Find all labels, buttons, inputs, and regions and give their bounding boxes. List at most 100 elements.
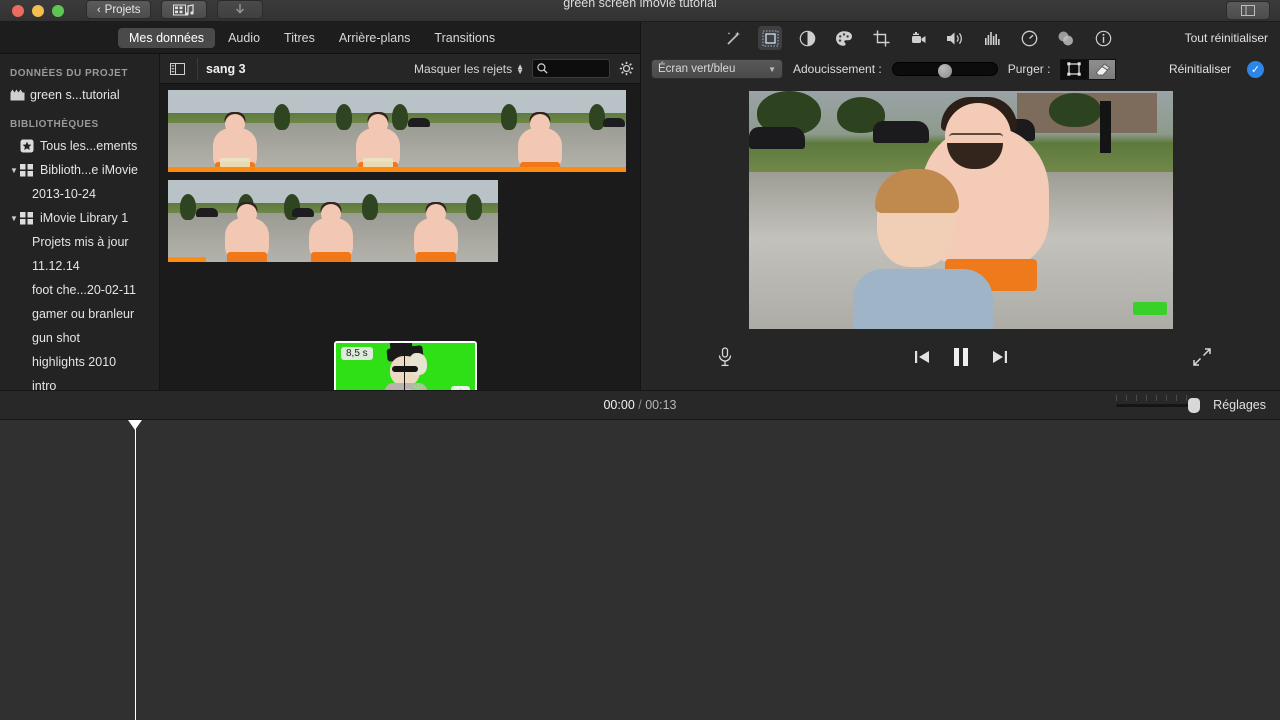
video-viewer[interactable] bbox=[748, 91, 1173, 329]
tab-audio[interactable]: Audio bbox=[217, 28, 271, 48]
magic-wand-icon[interactable] bbox=[721, 26, 745, 50]
effect-type-value: Écran vert/bleu bbox=[658, 63, 736, 75]
sidebar-item-foot-che[interactable]: foot che...20-02-11 bbox=[0, 278, 159, 302]
reset-all-button[interactable]: Tout réinitialiser bbox=[1185, 31, 1268, 45]
speed-icon[interactable] bbox=[1017, 26, 1041, 50]
pole-shape bbox=[1099, 101, 1111, 153]
tree-shape bbox=[1048, 93, 1101, 127]
softness-slider-knob[interactable] bbox=[938, 64, 953, 78]
crop-icon[interactable] bbox=[869, 26, 893, 50]
sidebar-label-foot-che: foot che...20-02-11 bbox=[32, 283, 137, 297]
white-balance-icon[interactable] bbox=[758, 26, 782, 50]
chevron-down-icon: ▼ bbox=[768, 64, 776, 74]
effect-enabled-checkmark-icon[interactable]: ✓ bbox=[1247, 60, 1264, 78]
sidebar-item-highlights-2010[interactable]: highlights 2010 bbox=[0, 350, 159, 374]
filmstrip-frame bbox=[168, 90, 320, 172]
expand-arrows-icon bbox=[1193, 348, 1211, 366]
layout-toggle-button[interactable] bbox=[1226, 1, 1270, 20]
pause-icon bbox=[953, 348, 968, 366]
sidebar-item-imovie-library-1[interactable]: ▼ iMovie Library 1 bbox=[0, 206, 159, 230]
filter-icon[interactable] bbox=[1054, 26, 1078, 50]
zoom-slider-ticks bbox=[1116, 394, 1194, 401]
timeline-zoom-slider[interactable] bbox=[1116, 394, 1200, 413]
tab-arriere-plans[interactable]: Arrière-plans bbox=[328, 28, 422, 48]
volume-icon[interactable] bbox=[943, 26, 967, 50]
sidebar-item-projets-mis-a-jour[interactable]: Projets mis à jour bbox=[0, 230, 159, 254]
filmstrip-frame bbox=[278, 180, 388, 262]
effect-type-select[interactable]: Écran vert/bleu ▼ bbox=[651, 59, 783, 79]
sidebar-panel-icon bbox=[170, 62, 185, 75]
purge-mode-group bbox=[1060, 58, 1117, 80]
eraser-icon[interactable] bbox=[1088, 58, 1117, 80]
filmstrip-clip-2[interactable] bbox=[168, 180, 498, 262]
browser-toolbar: sang 3 Masquer les rejets ▲ ▼ bbox=[160, 54, 640, 84]
imovie-window: ‹ Projets green screen imovie tutorial M… bbox=[0, 0, 1280, 720]
tab-mes-donnees[interactable]: Mes données bbox=[118, 27, 216, 48]
color-correction-icon[interactable] bbox=[832, 26, 856, 50]
stabilization-icon[interactable] bbox=[906, 26, 930, 50]
crop-rect-icon[interactable] bbox=[1060, 58, 1089, 80]
sidebar-item-2013-10-24[interactable]: 2013-10-24 bbox=[0, 182, 159, 206]
zoom-slider-track[interactable] bbox=[1116, 394, 1200, 413]
filmstrip-frames bbox=[168, 180, 498, 262]
inspector-and-viewer: Tout réinitialiser Écran vert/bleu ▼ Ado… bbox=[640, 22, 1280, 390]
sidebar-item-intro[interactable]: intro bbox=[0, 374, 159, 390]
panel-layout-icon bbox=[1241, 5, 1255, 16]
playback-buttons bbox=[641, 347, 1280, 367]
titlebar-right-buttons bbox=[1226, 1, 1270, 20]
green-screen-controls: Écran vert/bleu ▼ Adoucissement : Purger… bbox=[641, 54, 1280, 84]
browser-settings-button[interactable] bbox=[619, 61, 634, 76]
clip-duration-badge: 8,5 s bbox=[341, 347, 373, 360]
viewer-frame-image bbox=[748, 91, 1173, 329]
libraries-sidebar[interactable]: DONNÉES DU PROJET green s...tutorial BIB… bbox=[0, 54, 160, 390]
equalizer-icon[interactable] bbox=[980, 26, 1004, 50]
zoom-slider-knob[interactable] bbox=[1188, 397, 1200, 413]
sidebar-label-projets: Projets mis à jour bbox=[32, 235, 129, 249]
sidebar-item-project-media[interactable]: green s...tutorial bbox=[0, 83, 159, 107]
sidebar-item-bibliotheque-imovie[interactable]: ▼ Biblioth...e iMovie bbox=[0, 158, 159, 182]
tab-transitions[interactable]: Transitions bbox=[423, 28, 506, 48]
skip-previous-icon bbox=[914, 351, 929, 363]
settings-button[interactable]: Réglages bbox=[1213, 398, 1266, 412]
play-pause-button[interactable] bbox=[952, 347, 970, 367]
skip-next-icon bbox=[992, 351, 1007, 363]
hide-rejected-label[interactable]: Masquer les rejets bbox=[414, 62, 512, 76]
filmstrip-list bbox=[160, 84, 640, 262]
softness-slider[interactable] bbox=[891, 62, 998, 78]
filmstrip-clip-1[interactable] bbox=[168, 90, 626, 172]
adjustment-toolbar: Tout réinitialiser bbox=[641, 22, 1280, 54]
sidebar-toggle-button[interactable] bbox=[166, 62, 189, 75]
reset-effect-label[interactable]: Réinitialiser bbox=[1169, 62, 1231, 76]
tab-titres[interactable]: Titres bbox=[273, 28, 326, 48]
sidebar-item-11-12-14[interactable]: 11.12.14 bbox=[0, 254, 159, 278]
next-clip-button[interactable] bbox=[992, 350, 1008, 364]
sidebar-label-gun-shot: gun shot bbox=[32, 331, 80, 345]
window-titlebar: ‹ Projets green screen imovie tutorial bbox=[0, 0, 1280, 22]
info-icon[interactable] bbox=[1091, 26, 1115, 50]
search-field[interactable] bbox=[532, 59, 610, 78]
event-title: sang 3 bbox=[206, 61, 246, 76]
search-input[interactable] bbox=[548, 62, 605, 75]
libraries-header: BIBLIOTHÈQUES bbox=[10, 119, 99, 130]
fullscreen-button[interactable] bbox=[1192, 347, 1212, 367]
sidebar-label-gamer: gamer ou branleur bbox=[32, 307, 135, 321]
timeline[interactable] bbox=[0, 420, 1280, 720]
disclosure-triangle-icon[interactable]: ▼ bbox=[10, 166, 20, 175]
tab-list: Mes données Audio Titres Arrière-plans T… bbox=[118, 27, 506, 48]
green-object-shape bbox=[1132, 302, 1167, 315]
search-icon bbox=[537, 63, 548, 74]
boy-shirt-shape bbox=[852, 269, 993, 329]
gear-icon bbox=[619, 61, 634, 76]
sidebar-label-11-12-14: 11.12.14 bbox=[32, 259, 80, 273]
hide-rejected-stepper[interactable]: ▲ ▼ bbox=[516, 62, 524, 76]
sidebar-item-gun-shot[interactable]: gun shot bbox=[0, 326, 159, 350]
chevron-down-icon: ▼ bbox=[516, 66, 524, 76]
sidebar-item-gamer-ou-branleur[interactable]: gamer ou branleur bbox=[0, 302, 159, 326]
timeline-playhead[interactable] bbox=[128, 420, 142, 720]
color-balance-icon[interactable] bbox=[795, 26, 819, 50]
man-glasses-shape bbox=[948, 133, 1003, 143]
sidebar-item-all-events[interactable]: Tous les...ements bbox=[0, 134, 159, 158]
disclosure-triangle-icon-2[interactable]: ▼ bbox=[10, 214, 20, 223]
previous-clip-button[interactable] bbox=[914, 350, 930, 364]
playhead-triangle-icon bbox=[128, 420, 142, 430]
